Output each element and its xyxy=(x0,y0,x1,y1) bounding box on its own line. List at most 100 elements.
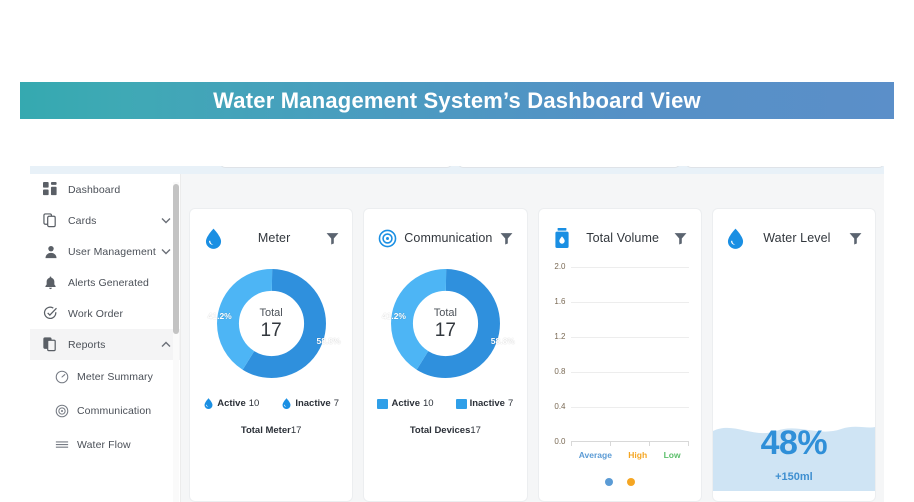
gridline xyxy=(570,372,689,373)
legend-label: Inactive xyxy=(295,398,331,409)
legend-color-swatch xyxy=(604,478,613,486)
donut-percent-label: 41.2% xyxy=(207,311,232,321)
card-header: Total Volume xyxy=(539,209,701,255)
card-footer-value: 17 xyxy=(470,425,481,436)
water-level-delta: +150ml xyxy=(775,471,813,483)
x-axis-label: Low xyxy=(663,450,681,460)
card-title: Water Level xyxy=(763,231,831,245)
sidebar-item-user-management[interactable]: User Management xyxy=(30,236,180,267)
y-axis-tick: 1.6 xyxy=(554,297,566,306)
card-footer-value: 17 xyxy=(290,425,302,436)
communication-donut-chart: 41.2% 58.8% Total 17 xyxy=(364,261,526,386)
x-axis-label: Average xyxy=(578,450,612,460)
signal-icon xyxy=(54,404,69,419)
reports-document-icon xyxy=(42,336,59,353)
gridline xyxy=(570,337,689,338)
chart-legend xyxy=(539,478,701,486)
x-axis-label: High xyxy=(628,450,648,460)
card-title: Total Volume xyxy=(586,231,660,245)
dashboard-card-grid: Meter 41.2% 58.8% Total 17 Active 10 Ina… xyxy=(181,208,884,502)
sidebar-item-work-order[interactable]: Work Order xyxy=(30,298,180,329)
donut-percent-label: 41.2% xyxy=(381,311,406,321)
water-level-percent: 48% xyxy=(760,424,828,462)
card-footer-total: Total Meter17 xyxy=(190,425,352,436)
legend-value: 10 xyxy=(248,398,260,409)
x-tick xyxy=(570,442,572,446)
legend-item[interactable]: Active 10 xyxy=(203,398,259,409)
donut-percent-label: 58.8% xyxy=(490,336,515,346)
dashboard-content: Meter 41.2% 58.8% Total 17 Active 10 Ina… xyxy=(181,174,884,502)
water-drop-icon xyxy=(725,227,747,249)
meter-legend: Active 10 Inactive 7 xyxy=(190,398,352,409)
sidebar-item-dashboard[interactable]: Dashboard xyxy=(30,174,180,205)
card-footer-total: Total Devices17 xyxy=(364,425,526,436)
dashboard-grid-icon xyxy=(42,181,59,198)
filter-funnel-icon[interactable] xyxy=(847,230,863,246)
legend-label: Inactive xyxy=(469,398,505,409)
card-communication: Communication 41.2% 58.8% Total 17 Activ… xyxy=(363,208,528,502)
sidebar-nav: Dashboard Cards User Management Alerts G… xyxy=(30,174,180,462)
legend-value: 10 xyxy=(423,398,434,409)
sidebar-item-cards[interactable]: Cards xyxy=(30,205,180,236)
cutoff-card xyxy=(458,166,680,168)
sidebar-item-label: Dashboard xyxy=(68,183,121,196)
card-meter: Meter 41.2% 58.8% Total 17 Active 10 Ina… xyxy=(189,208,354,502)
legend-item[interactable]: Inactive 7 xyxy=(455,398,514,409)
sidebar-subitem-label: Communication xyxy=(77,405,152,417)
dashboard-screenshot: Dashboard Cards User Management Alerts G… xyxy=(30,166,884,502)
legend-color-swatch xyxy=(377,398,389,409)
sidebar-item-label: Cards xyxy=(68,214,97,227)
legend-label: Active xyxy=(391,398,420,409)
x-tick xyxy=(609,442,611,446)
check-circle-icon xyxy=(42,305,59,322)
filter-funnel-icon[interactable] xyxy=(673,230,689,246)
filter-funnel-icon[interactable] xyxy=(324,230,340,246)
legend-value: 7 xyxy=(507,398,514,409)
chart-plot-area: 0.0 0.4 0.8 1.2 1.6 2.0 xyxy=(554,262,689,446)
cutoff-card xyxy=(686,166,884,168)
sidebar-item-label: Work Order xyxy=(68,307,124,320)
legend-item[interactable] xyxy=(626,478,635,486)
sidebar-subitem-communication[interactable]: Communication xyxy=(30,394,180,428)
card-title: Communication xyxy=(404,231,493,245)
communication-legend: Active 10 Inactive 7 xyxy=(364,398,526,409)
card-header: Meter xyxy=(190,209,352,255)
card-header: Water Level xyxy=(713,209,875,255)
page-title: Water Management System’s Dashboard View xyxy=(213,87,701,113)
filter-funnel-icon[interactable] xyxy=(499,230,515,246)
card-header: Communication xyxy=(364,209,526,255)
donut-percent-label: 58.8% xyxy=(316,336,341,346)
sidebar-item-label: Reports xyxy=(68,338,106,351)
card-title: Meter xyxy=(257,231,291,245)
cutoff-card xyxy=(220,166,452,168)
sidebar-subitem-label: Meter Summary xyxy=(77,371,153,383)
chevron-up-icon[interactable] xyxy=(161,341,171,348)
gridline xyxy=(570,267,689,268)
sidebar-item-reports[interactable]: Reports xyxy=(30,329,180,360)
signal-icon xyxy=(376,227,398,249)
page-title-banner: Water Management System’s Dashboard View xyxy=(20,82,894,119)
gridline xyxy=(570,302,689,303)
water-drop-icon xyxy=(203,398,214,409)
gridline xyxy=(570,407,689,408)
water-drop-icon xyxy=(281,398,292,409)
water-level-gauge: 48% +150ml xyxy=(712,255,875,491)
water-drop-icon xyxy=(202,227,224,249)
sidebar-subitem-meter-summary[interactable]: Meter Summary xyxy=(30,360,180,394)
legend-item[interactable]: Active 10 xyxy=(377,398,434,409)
card-total-volume: Total Volume 0.0 0.4 0.8 1.2 1.6 2.0 Ave… xyxy=(537,208,702,502)
meter-donut-chart: 41.2% 58.8% Total 17 xyxy=(190,261,352,386)
legend-item[interactable]: Inactive 7 xyxy=(281,398,339,409)
y-axis-tick: 0.0 xyxy=(554,437,566,446)
chevron-down-icon[interactable] xyxy=(161,248,171,255)
sidebar-item-alerts-generated[interactable]: Alerts Generated xyxy=(30,267,180,298)
sidebar-subitem-water-flow[interactable]: Water Flow xyxy=(30,428,180,462)
x-axis-labels: Average High Low xyxy=(571,450,689,460)
chevron-down-icon[interactable] xyxy=(161,217,171,224)
sidebar-scrollbar-thumb[interactable] xyxy=(173,184,179,334)
legend-item[interactable] xyxy=(604,478,613,486)
sidebar: Dashboard Cards User Management Alerts G… xyxy=(30,174,181,502)
legend-label: Active xyxy=(217,398,246,409)
screenshot-root: Water Management System’s Dashboard View xyxy=(0,0,914,502)
sidebar-subitem-label: Water Flow xyxy=(77,439,131,451)
